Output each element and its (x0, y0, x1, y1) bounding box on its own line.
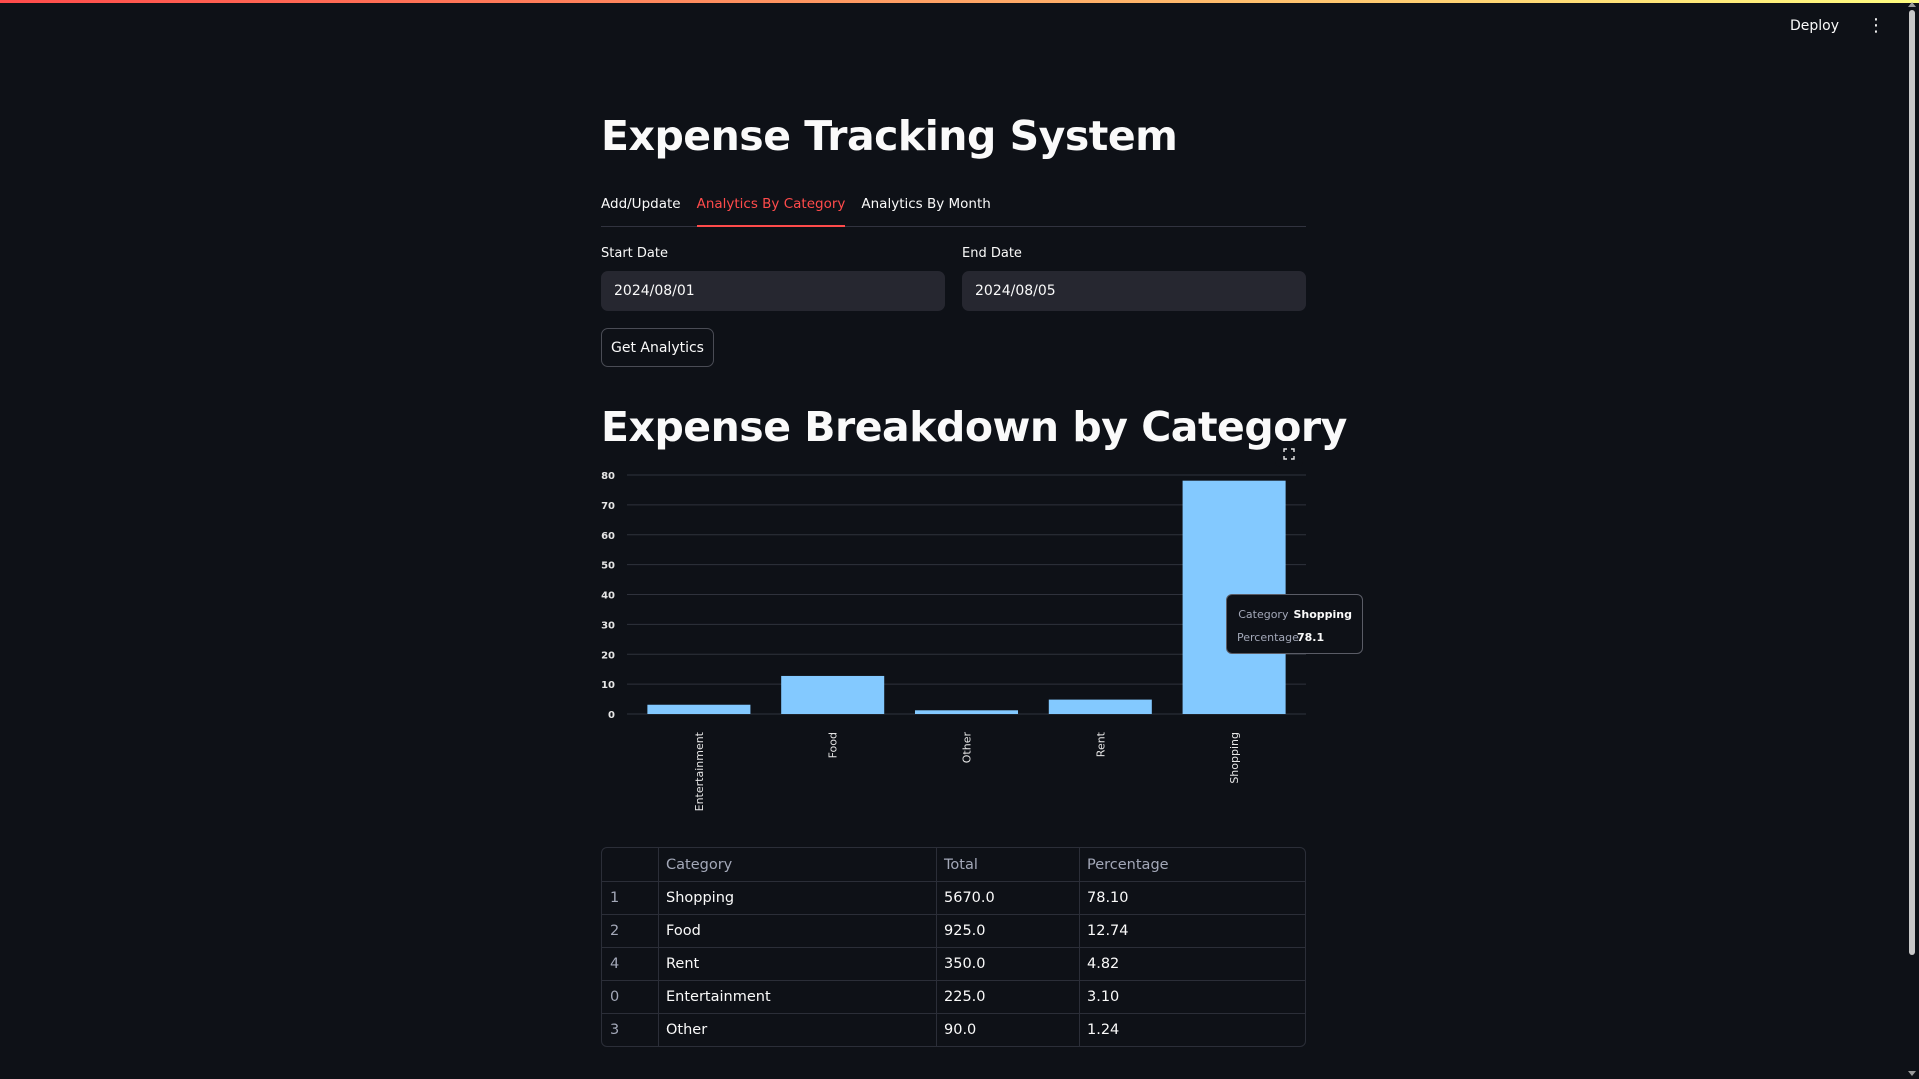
app-toolbar: Deploy ⋮ (1782, 14, 1891, 38)
scrollbar[interactable] (1907, 2, 1917, 1076)
scroll-down-arrow-icon[interactable] (1908, 1071, 1916, 1076)
y-tick-label: 50 (601, 561, 615, 572)
table-cell-category[interactable]: Food (659, 915, 937, 947)
page-title: Expense Tracking System (601, 112, 1178, 160)
chart-x-axis: Entertainment Food Other Rent Shopping (693, 731, 1241, 811)
tooltip-category-key: Category (1238, 608, 1289, 621)
table-header-index (602, 848, 659, 881)
y-tick-label: 0 (608, 710, 615, 721)
header-decoration-bar (0, 0, 1919, 3)
table-cell-percentage[interactable]: 78.10 (1080, 882, 1305, 914)
table-cell-index: 2 (602, 915, 659, 947)
chart-bars (647, 480, 1286, 714)
y-tick-label: 20 (601, 650, 615, 661)
chart-y-axis: 0 10 20 30 40 50 60 70 80 (601, 471, 615, 721)
start-date-input[interactable] (601, 271, 945, 311)
table-row[interactable]: 1 Shopping 5670.0 78.10 (602, 881, 1305, 914)
tab-bar: Add/Update Analytics By Category Analyti… (601, 194, 1306, 227)
table-header-category[interactable]: Category (659, 848, 937, 881)
table-cell-percentage[interactable]: 4.82 (1080, 948, 1305, 980)
table-row[interactable]: 3 Other 90.0 1.24 (602, 1013, 1305, 1046)
start-date-label: Start Date (601, 246, 668, 261)
tooltip-category-value: Shopping (1293, 608, 1352, 621)
table-cell-percentage[interactable]: 12.74 (1080, 915, 1305, 947)
table-cell-index: 3 (602, 1014, 659, 1046)
table-cell-total[interactable]: 90.0 (937, 1014, 1080, 1046)
y-tick-label: 70 (601, 501, 615, 512)
table-cell-category[interactable]: Entertainment (659, 981, 937, 1013)
table-cell-category[interactable]: Rent (659, 948, 937, 980)
table-cell-index: 1 (602, 882, 659, 914)
scrollbar-thumb[interactable] (1909, 10, 1915, 955)
table-cell-total[interactable]: 5670.0 (937, 882, 1080, 914)
x-tick-label: Food (827, 732, 840, 758)
category-data-table[interactable]: Category Total Percentage 1 Shopping 567… (601, 847, 1306, 1047)
y-tick-label: 40 (601, 591, 615, 602)
chart-bar-food[interactable] (781, 675, 885, 714)
x-tick-label: Entertainment (693, 731, 706, 811)
table-row[interactable]: 4 Rent 350.0 4.82 (602, 947, 1305, 980)
table-cell-total[interactable]: 925.0 (937, 915, 1080, 947)
y-tick-label: 60 (601, 531, 615, 542)
bar-chart: 0 10 20 30 40 50 60 70 80 Entertainment Food Other… (601, 471, 1306, 811)
vertical-dots-icon[interactable]: ⋮ (1861, 15, 1891, 37)
chart-tooltip: Category Shopping Percentage 78.1 (1226, 594, 1363, 654)
x-tick-label: Shopping (1228, 732, 1241, 784)
chart-bar-rent[interactable] (1048, 699, 1152, 714)
table-cell-category[interactable]: Shopping (659, 882, 937, 914)
table-header-row: Category Total Percentage (602, 848, 1305, 881)
table-cell-total[interactable]: 225.0 (937, 981, 1080, 1013)
table-cell-category[interactable]: Other (659, 1014, 937, 1046)
x-tick-label: Rent (1094, 731, 1107, 757)
tab-analytics-by-month[interactable]: Analytics By Month (861, 194, 990, 227)
table-cell-index: 4 (602, 948, 659, 980)
chart-bar-other[interactable] (914, 710, 1019, 714)
table-cell-percentage[interactable]: 1.24 (1080, 1014, 1305, 1046)
x-tick-label: Other (961, 732, 974, 764)
deploy-button[interactable]: Deploy (1782, 14, 1847, 38)
table-cell-index: 0 (602, 981, 659, 1013)
table-row[interactable]: 0 Entertainment 225.0 3.10 (602, 980, 1305, 1013)
table-cell-percentage[interactable]: 3.10 (1080, 981, 1305, 1013)
tooltip-percentage-value: 78.1 (1297, 631, 1325, 644)
table-header-total[interactable]: Total (937, 848, 1080, 881)
table-cell-total[interactable]: 350.0 (937, 948, 1080, 980)
tab-add-update[interactable]: Add/Update (601, 194, 681, 227)
y-tick-label: 10 (601, 680, 615, 691)
end-date-input[interactable] (962, 271, 1306, 311)
get-analytics-button[interactable]: Get Analytics (601, 328, 714, 367)
chart-heading: Expense Breakdown by Category (601, 403, 1347, 451)
fullscreen-button[interactable] (1275, 441, 1303, 467)
table-header-percentage[interactable]: Percentage (1080, 848, 1305, 881)
tab-analytics-by-category[interactable]: Analytics By Category (696, 194, 846, 227)
tooltip-percentage-key: Percentage (1237, 631, 1299, 644)
fullscreen-icon (1283, 448, 1295, 460)
end-date-label: End Date (962, 246, 1022, 261)
table-row[interactable]: 2 Food 925.0 12.74 (602, 914, 1305, 947)
y-tick-label: 80 (601, 471, 615, 482)
y-tick-label: 30 (601, 620, 615, 631)
chart-bar-entertainment[interactable] (647, 704, 751, 714)
scroll-up-arrow-icon[interactable] (1908, 2, 1916, 7)
